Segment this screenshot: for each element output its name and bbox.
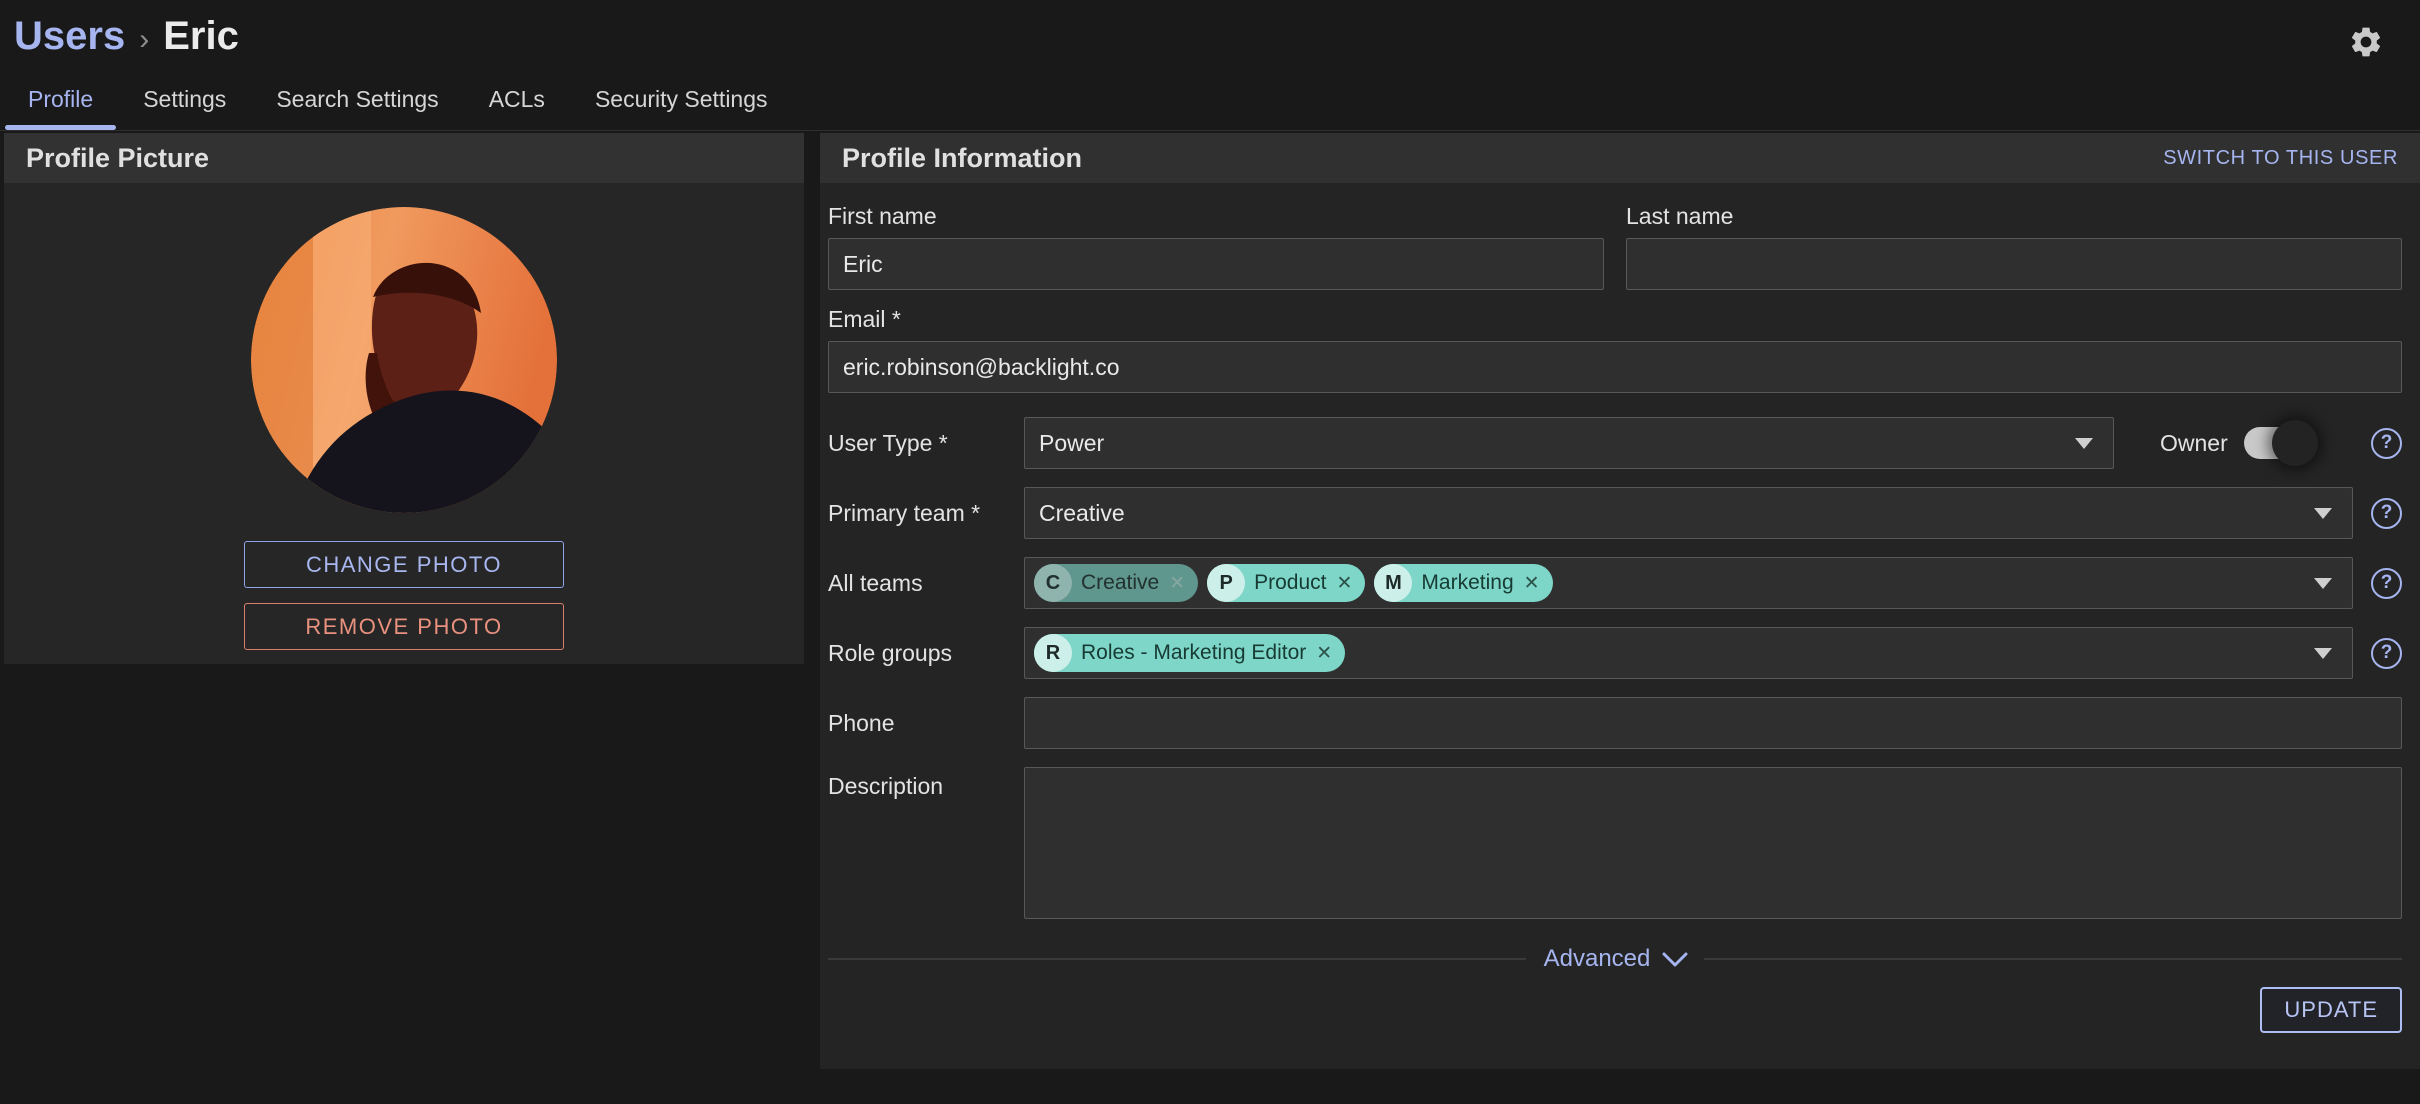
chip-remove-icon[interactable]: ✕ xyxy=(1316,642,1332,665)
description-textarea[interactable] xyxy=(1024,767,2402,919)
user-type-help-icon[interactable]: ? xyxy=(2371,428,2402,459)
tab-bar: Profile Settings Search Settings ACLs Se… xyxy=(0,60,2420,131)
user-avatar xyxy=(251,207,557,513)
owner-toggle-knob xyxy=(2272,420,2318,466)
change-photo-button[interactable]: CHANGE PHOTO xyxy=(244,541,564,588)
team-chip-creative: C Creative ✕ xyxy=(1034,564,1198,602)
team-chip-label: Product xyxy=(1254,571,1326,595)
owner-toggle[interactable] xyxy=(2244,427,2306,459)
primary-team-value: Creative xyxy=(1039,500,1125,527)
user-type-label: User Type * xyxy=(828,430,1024,457)
tab-profile[interactable]: Profile xyxy=(28,86,93,130)
team-chip-avatar: M xyxy=(1374,564,1412,602)
breadcrumb: Users › Eric xyxy=(14,14,239,59)
email-label: Email * xyxy=(828,306,2402,333)
role-groups-help-icon[interactable]: ? xyxy=(2371,638,2402,669)
avatar-photo xyxy=(251,207,557,513)
page-header: Users › Eric xyxy=(0,0,2420,60)
chevron-down-icon xyxy=(1662,952,1688,967)
user-type-value: Power xyxy=(1039,430,1104,457)
breadcrumb-users-link[interactable]: Users xyxy=(14,14,125,59)
remove-photo-button[interactable]: REMOVE PHOTO xyxy=(244,603,564,650)
advanced-label: Advanced xyxy=(1544,945,1651,973)
team-chip-avatar: P xyxy=(1207,564,1245,602)
profile-information-title: Profile Information xyxy=(842,143,1082,174)
last-name-label: Last name xyxy=(1626,203,2402,230)
profile-information-header: Profile Information SWITCH TO THIS USER xyxy=(820,133,2420,183)
tab-search-settings[interactable]: Search Settings xyxy=(276,86,438,130)
team-chip-marketing: M Marketing ✕ xyxy=(1374,564,1552,602)
team-chip-product: P Product ✕ xyxy=(1207,564,1365,602)
chevron-down-icon xyxy=(2314,648,2332,659)
profile-picture-header: Profile Picture xyxy=(4,133,804,183)
chip-remove-icon[interactable]: ✕ xyxy=(1337,572,1353,595)
team-chip-label: Marketing xyxy=(1421,571,1513,595)
profile-information-panel: Profile Information SWITCH TO THIS USER … xyxy=(820,133,2420,1069)
team-chip-label: Creative xyxy=(1081,571,1159,595)
advanced-expander[interactable]: Advanced xyxy=(828,945,2402,973)
tab-security-settings[interactable]: Security Settings xyxy=(595,86,768,130)
role-group-chip-label: Roles - Marketing Editor xyxy=(1081,641,1306,665)
switch-to-this-user-link[interactable]: SWITCH TO THIS USER xyxy=(2163,147,2398,170)
team-chip-avatar: C xyxy=(1034,564,1072,602)
update-button[interactable]: UPDATE xyxy=(2260,987,2402,1033)
first-name-label: First name xyxy=(828,203,1604,230)
profile-form: First name Last name Email * User Type * xyxy=(820,183,2420,1033)
role-groups-label: Role groups xyxy=(828,640,1024,667)
role-group-chip-avatar: R xyxy=(1034,634,1072,672)
profile-picture-title: Profile Picture xyxy=(26,143,209,174)
role-groups-multiselect[interactable]: R Roles - Marketing Editor ✕ xyxy=(1024,627,2353,679)
primary-team-label: Primary team * xyxy=(828,500,1024,527)
phone-input[interactable] xyxy=(1024,697,2402,749)
last-name-input[interactable] xyxy=(1626,238,2402,290)
tab-acls[interactable]: ACLs xyxy=(489,86,545,130)
role-group-chip: R Roles - Marketing Editor ✕ xyxy=(1034,634,1345,672)
chip-remove-icon[interactable]: ✕ xyxy=(1524,572,1540,595)
divider xyxy=(828,958,1526,960)
chevron-down-icon xyxy=(2314,508,2332,519)
owner-label: Owner xyxy=(2160,430,2228,457)
all-teams-help-icon[interactable]: ? xyxy=(2371,568,2402,599)
first-name-input[interactable] xyxy=(828,238,1604,290)
description-label: Description xyxy=(828,773,1024,800)
settings-gear-icon[interactable] xyxy=(2348,24,2384,60)
page-title: Eric xyxy=(163,14,239,59)
primary-team-select[interactable]: Creative xyxy=(1024,487,2353,539)
user-type-select[interactable]: Power xyxy=(1024,417,2114,469)
profile-picture-panel: Profile Picture xyxy=(4,133,804,664)
all-teams-label: All teams xyxy=(828,570,1024,597)
chevron-down-icon xyxy=(2314,578,2332,589)
phone-label: Phone xyxy=(828,710,1024,737)
breadcrumb-separator-icon: › xyxy=(139,23,149,57)
all-teams-multiselect[interactable]: C Creative ✕ P Product ✕ M Marketing xyxy=(1024,557,2353,609)
tab-settings[interactable]: Settings xyxy=(143,86,226,130)
email-input[interactable] xyxy=(828,341,2402,393)
chip-remove-icon[interactable]: ✕ xyxy=(1169,572,1185,595)
chevron-down-icon xyxy=(2075,438,2093,449)
divider xyxy=(1704,958,2402,960)
primary-team-help-icon[interactable]: ? xyxy=(2371,498,2402,529)
